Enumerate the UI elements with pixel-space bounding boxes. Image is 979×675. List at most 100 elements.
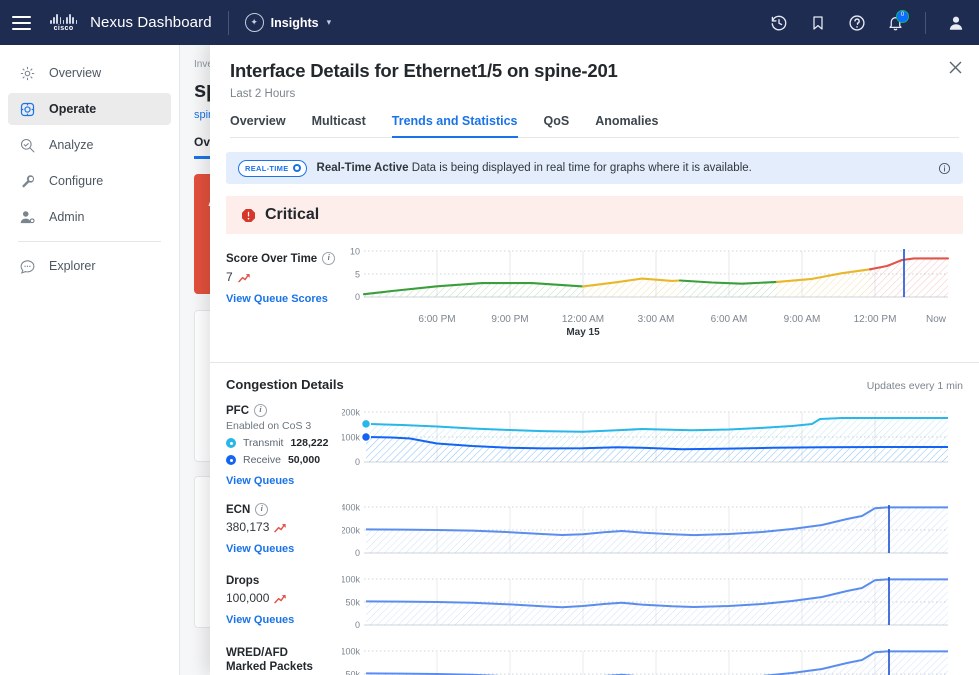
score-over-time-info: Score Over Time i 7 View Queue Scores	[226, 248, 342, 310]
sidebar-item-overview[interactable]: Overview	[8, 57, 171, 89]
drops-chart-svg: 100k 50k 0	[342, 575, 948, 630]
drops-chart[interactable]: 100k 50k 0	[342, 575, 963, 633]
realtime-banner: REAL-TIME Real-Time Active Data is being…	[226, 152, 963, 184]
svg-text:0: 0	[355, 457, 360, 467]
congestion-header: Congestion Details Updates every 1 min	[210, 363, 979, 392]
svg-text:50k: 50k	[345, 670, 360, 675]
pfc-view-queues-link[interactable]: View Queues	[226, 475, 342, 487]
sidebar-item-operate[interactable]: Operate	[8, 93, 171, 125]
drops-info: Drops 100,000 View Queues	[226, 575, 342, 633]
app-root: cisco Nexus Dashboard ✦ Insights ▾ 0 Ove…	[0, 0, 979, 675]
modal-header: Interface Details for Ethernet1/5 on spi…	[210, 41, 979, 138]
hamburger-menu-icon[interactable]	[12, 12, 34, 34]
pfc-legend-receive: Receive 50,000	[226, 454, 342, 466]
admin-user-icon	[18, 208, 36, 226]
svg-text:100k: 100k	[342, 433, 360, 443]
svg-text:200k: 200k	[342, 526, 360, 536]
realtime-text-rest: Data is being displayed in real time for…	[411, 162, 752, 174]
score-value: 7	[226, 270, 233, 284]
configure-wrench-icon	[18, 172, 36, 190]
pfc-name-row: PFC i	[226, 404, 342, 417]
ecn-info: ECN i 380,173 View Queues	[226, 503, 342, 561]
tab-qos[interactable]: QoS	[544, 114, 570, 137]
realtime-text: Real-Time Active Data is being displayed…	[317, 162, 752, 174]
navbar-divider	[227, 10, 229, 35]
sidebar-item-label: Admin	[49, 210, 85, 224]
axis-label: 9:00 AM	[783, 314, 821, 325]
pfc-chart[interactable]: 200k 100k 0	[342, 404, 963, 487]
score-over-time-label: Score Over Time	[226, 252, 318, 265]
tab-anomalies[interactable]: Anomalies	[595, 114, 658, 137]
modal-title: Interface Details for Ethernet1/5 on spi…	[230, 60, 618, 81]
insights-star-icon: ✦	[244, 13, 264, 32]
critical-alert-icon	[240, 207, 256, 223]
sidebar-item-admin[interactable]: Admin	[8, 201, 171, 233]
wred-chart[interactable]: 100k 50k 0	[342, 647, 963, 675]
realtime-dot-icon	[292, 164, 301, 172]
ecn-view-queues-link[interactable]: View Queues	[226, 543, 342, 555]
score-over-time-title: Score Over Time i	[226, 252, 342, 265]
bookmark-icon[interactable]	[808, 13, 827, 32]
score-chart-svg: 10 5 0	[350, 248, 950, 302]
interface-details-modal: Interface Details for Ethernet1/5 on spi…	[210, 41, 979, 675]
legend-value-transmit: 128,222	[290, 437, 329, 449]
critical-label: Critical	[265, 206, 320, 223]
cisco-logo: cisco	[50, 13, 78, 32]
ecn-label: ECN	[226, 503, 251, 516]
info-icon[interactable]: i	[255, 503, 269, 516]
sidebar-divider	[18, 241, 161, 242]
user-avatar-icon[interactable]	[946, 13, 965, 32]
axis-label: 6:00 PM	[418, 314, 456, 325]
legend-dot-transmit	[226, 438, 236, 448]
ecn-name-row: ECN i	[226, 503, 342, 516]
tab-overview[interactable]: Overview	[230, 114, 286, 137]
app-switcher[interactable]: ✦ Insights ▾	[244, 13, 332, 32]
score-over-time-chart[interactable]: 10 5 0	[342, 248, 963, 310]
metric-row-wred-afd: WRED/AFD Marked Packets 100,000 View Que…	[210, 633, 979, 675]
metric-row-pfc: PFC i Enabled on CoS 3 Transmit 128,222 …	[210, 392, 979, 487]
drops-view-queues-link[interactable]: View Queues	[226, 614, 342, 626]
svg-text:5: 5	[355, 270, 360, 280]
cisco-wordmark: cisco	[53, 24, 74, 32]
explorer-chat-icon	[18, 257, 36, 275]
legend-value-receive: 50,000	[287, 454, 321, 466]
info-icon[interactable]: i	[254, 404, 267, 417]
svg-text:100k: 100k	[342, 575, 360, 585]
ecn-chart[interactable]: 400k 200k 0	[342, 503, 963, 561]
svg-text:100k: 100k	[342, 647, 360, 657]
modal-tabs: Overview Multicast Trends and Statistics…	[230, 114, 959, 138]
history-icon[interactable]	[769, 13, 788, 32]
navbar-actions: 0	[769, 10, 965, 34]
metric-row-drops: Drops 100,000 View Queues 100k 50k 0	[210, 561, 979, 633]
ecn-chart-svg: 400k 200k 0	[342, 503, 948, 558]
notifications-bell-icon[interactable]: 0	[886, 10, 909, 32]
top-navbar: cisco Nexus Dashboard ✦ Insights ▾ 0	[0, 0, 979, 45]
legend-label-receive: Receive	[243, 454, 281, 466]
trend-up-icon	[274, 523, 287, 532]
sidebar-item-configure[interactable]: Configure	[8, 165, 171, 197]
tab-multicast[interactable]: Multicast	[312, 114, 366, 137]
tab-trends-and-statistics[interactable]: Trends and Statistics	[391, 114, 518, 138]
analyze-icon	[18, 136, 36, 154]
pfc-legend-transmit: Transmit 128,222	[226, 437, 342, 449]
drops-value: 100,000	[226, 591, 270, 605]
svg-text:400k: 400k	[342, 503, 360, 513]
info-icon[interactable]: i	[322, 252, 336, 265]
sidebar-item-label: Overview	[49, 66, 102, 80]
wred-info: WRED/AFD Marked Packets 100,000 View Que…	[226, 647, 342, 675]
navbar-title: Nexus Dashboard	[90, 14, 212, 31]
navbar-divider-2	[925, 11, 926, 34]
help-icon[interactable]	[847, 13, 866, 32]
sidebar: Overview Operate Analyze Configure Admin…	[0, 45, 180, 675]
chevron-down-icon: ▾	[326, 17, 332, 27]
pfc-info: PFC i Enabled on CoS 3 Transmit 128,222 …	[226, 404, 342, 487]
sidebar-item-explorer[interactable]: Explorer	[8, 250, 171, 282]
close-icon[interactable]	[947, 59, 963, 75]
sidebar-item-analyze[interactable]: Analyze	[8, 129, 171, 161]
info-icon[interactable]	[938, 162, 951, 175]
congestion-title: Congestion Details	[226, 377, 344, 392]
ecn-value: 380,173	[226, 520, 270, 534]
svg-text:50k: 50k	[345, 598, 360, 608]
view-queue-scores-link[interactable]: View Queue Scores	[226, 293, 342, 305]
critical-banner: Critical	[226, 196, 963, 234]
